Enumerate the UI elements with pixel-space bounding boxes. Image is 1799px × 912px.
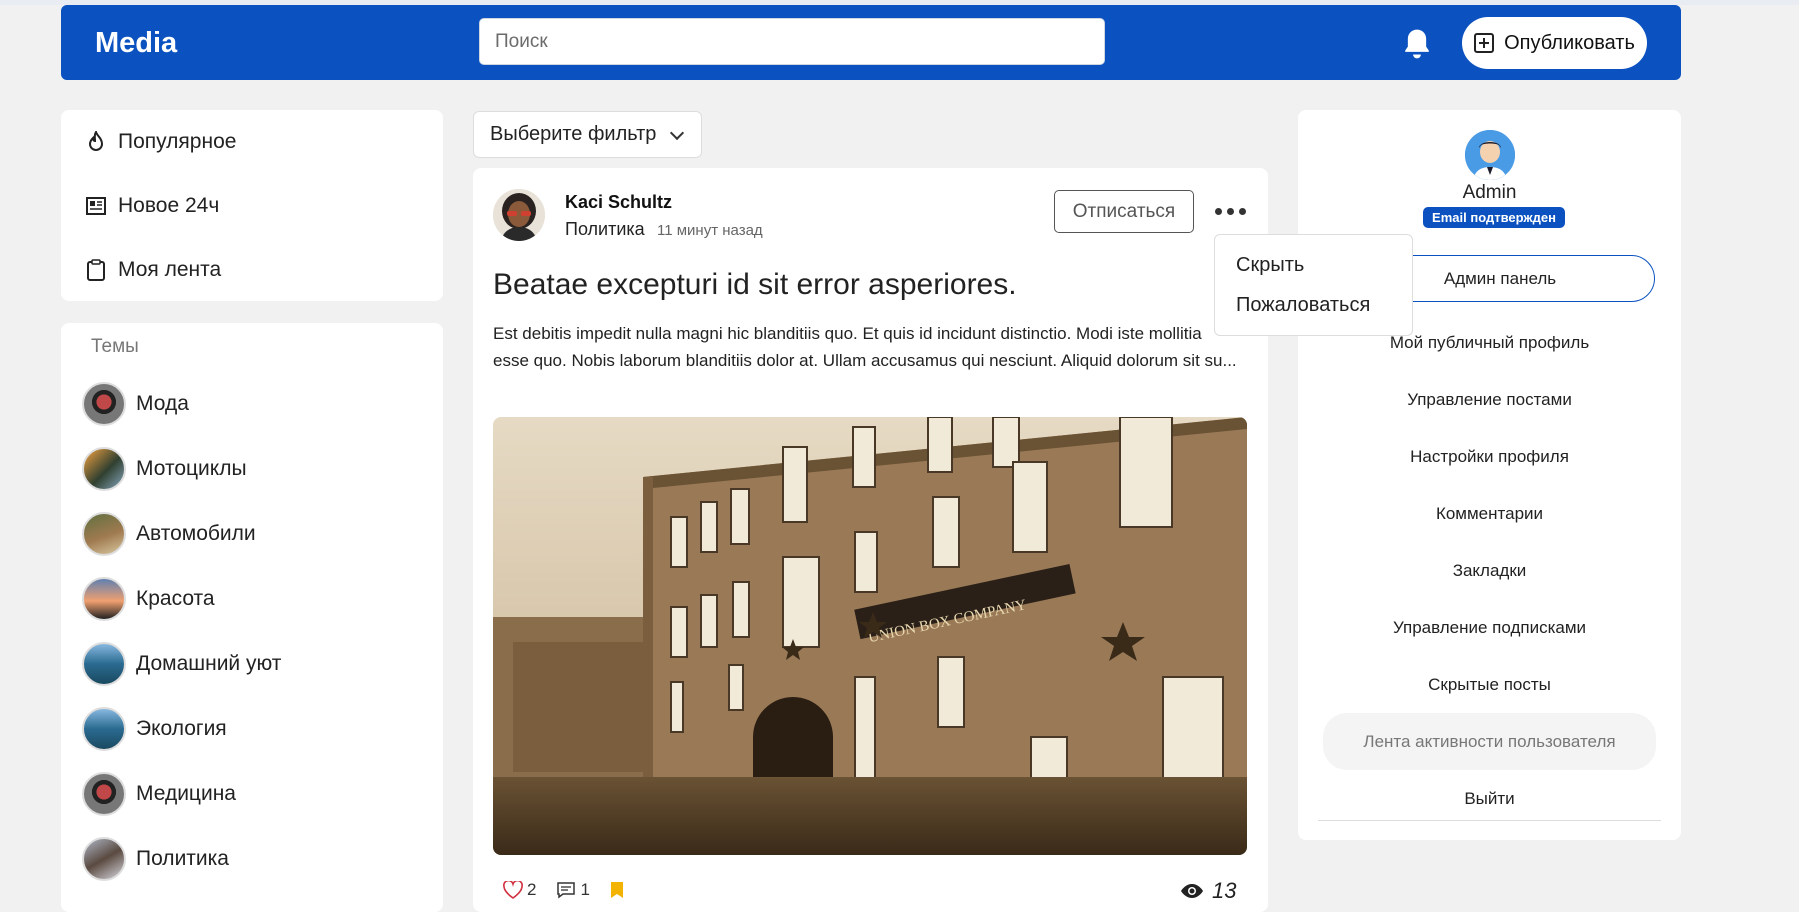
logo[interactable]: Media: [95, 27, 177, 60]
topic-avatar: [82, 771, 126, 816]
bell-icon[interactable]: [1401, 27, 1433, 61]
like-button[interactable]: 2: [503, 880, 536, 900]
menu-profile-settings[interactable]: Настройки профиля: [1298, 428, 1681, 485]
eye-icon: [1181, 884, 1203, 898]
profile-panel: Admin Email подтвержден Админ панель Мой…: [1298, 110, 1681, 840]
menu-item-report[interactable]: Пожаловаться: [1215, 285, 1412, 325]
menu-manage-subscriptions[interactable]: Управление подписками: [1298, 599, 1681, 656]
publish-label: Опубликовать: [1504, 31, 1635, 54]
publish-button[interactable]: Опубликовать: [1462, 17, 1647, 69]
heart-icon: [503, 881, 523, 899]
topic-label: Мотоциклы: [136, 456, 247, 480]
post-image[interactable]: UNION BOX COMPANY: [493, 417, 1247, 855]
topic-item[interactable]: Экология: [61, 696, 443, 761]
topic-avatar: [82, 511, 126, 556]
topic-item[interactable]: Домашний уют: [61, 631, 443, 696]
menu-manage-posts[interactable]: Управление постами: [1298, 371, 1681, 428]
topic-avatar: [82, 381, 126, 426]
bookmark-button[interactable]: [610, 881, 624, 899]
divider: [1318, 820, 1661, 821]
menu-logout[interactable]: Выйти: [1298, 770, 1681, 827]
profile-menu: Мой публичный профиль Управление постами…: [1298, 314, 1681, 827]
author-name[interactable]: Kaci Schultz: [565, 192, 672, 213]
post-actions: 2 1: [503, 880, 636, 900]
chevron-down-icon: [670, 125, 685, 140]
newspaper-icon: [86, 197, 106, 215]
topic-item[interactable]: Медицина: [61, 761, 443, 826]
comment-icon: [557, 882, 576, 899]
topics-title: Темы: [91, 336, 139, 357]
filter-label: Выберите фильтр: [490, 123, 657, 145]
topic-label: Политика: [136, 846, 229, 870]
topic-item[interactable]: Мода: [61, 371, 443, 436]
nav-item-label: Новое 24ч: [118, 194, 220, 217]
topic-avatar: [82, 576, 126, 621]
clipboard-icon: [87, 259, 105, 281]
header-bar: Media Опубликовать: [61, 5, 1681, 80]
profile-avatar-image: [1465, 130, 1515, 180]
views-counter: 13: [1180, 878, 1236, 904]
views-count: 13: [1212, 878, 1237, 903]
topics-panel: Темы Мода Мотоциклы Автомобили Красота Д…: [61, 323, 443, 912]
topic-label: Мода: [136, 391, 189, 415]
topic-label: Автомобили: [136, 521, 256, 545]
menu-bookmarks[interactable]: Закладки: [1298, 542, 1681, 599]
topic-avatar: [82, 446, 126, 491]
fire-icon: [88, 131, 104, 151]
email-verified-badge: Email подтвержден: [1423, 207, 1565, 228]
menu-item-hide[interactable]: Скрыть: [1215, 245, 1412, 285]
plus-square-icon: [1474, 33, 1495, 53]
bookmark-icon: [610, 882, 623, 898]
like-count: 2: [527, 880, 537, 899]
nav-item-label: Популярное: [118, 130, 237, 153]
more-options-icon[interactable]: [1215, 201, 1251, 221]
nav-item-label: Моя лента: [118, 258, 222, 281]
menu-activity-feed[interactable]: Лента активности пользователя: [1323, 713, 1656, 770]
topic-avatar: [82, 641, 126, 686]
topic-avatar: [82, 706, 126, 751]
topic-item[interactable]: Красота: [61, 566, 443, 631]
post-card: Kaci Schultz Политика 11 минут назад Отп…: [473, 168, 1268, 912]
left-nav: Популярное Новое 24ч Моя лента: [61, 110, 443, 301]
topic-item[interactable]: Мотоциклы: [61, 436, 443, 501]
unsubscribe-button[interactable]: Отписаться: [1054, 190, 1194, 233]
topic-label: Медицина: [136, 781, 236, 805]
comment-button[interactable]: 1: [556, 880, 590, 900]
post-options-menu: Скрыть Пожаловаться: [1214, 234, 1413, 336]
topic-item[interactable]: Политика: [61, 826, 443, 891]
nav-item-popular[interactable]: Популярное: [61, 110, 443, 174]
topic-label: Домашний уют: [136, 651, 282, 675]
nav-item-my-feed[interactable]: Моя лента: [61, 238, 443, 302]
post-title[interactable]: Beatae excepturi id sit error asperiores…: [493, 268, 1233, 302]
post-body: Est debitis impedit nulla magni hic blan…: [493, 324, 1237, 370]
topic-item[interactable]: Автомобили: [61, 501, 443, 566]
author-avatar[interactable]: [493, 189, 545, 241]
comment-count: 1: [580, 880, 590, 899]
menu-comments[interactable]: Комментарии: [1298, 485, 1681, 542]
topic-label: Красота: [136, 586, 215, 610]
topic-label: Экология: [136, 716, 227, 740]
profile-name: Admin: [1462, 182, 1517, 203]
post-image-graphic: UNION BOX COMPANY: [493, 417, 1247, 855]
post-category[interactable]: Политика: [565, 219, 645, 240]
search-input[interactable]: [479, 18, 1105, 65]
menu-hidden-posts[interactable]: Скрытые посты: [1298, 656, 1681, 713]
filter-dropdown[interactable]: Выберите фильтр: [473, 111, 702, 158]
post-time: 11 минут назад: [657, 222, 763, 239]
author-avatar-image: [493, 189, 545, 241]
profile-avatar[interactable]: [1465, 130, 1515, 180]
topic-avatar: [82, 836, 126, 881]
nav-item-new-24h[interactable]: Новое 24ч: [61, 174, 443, 238]
